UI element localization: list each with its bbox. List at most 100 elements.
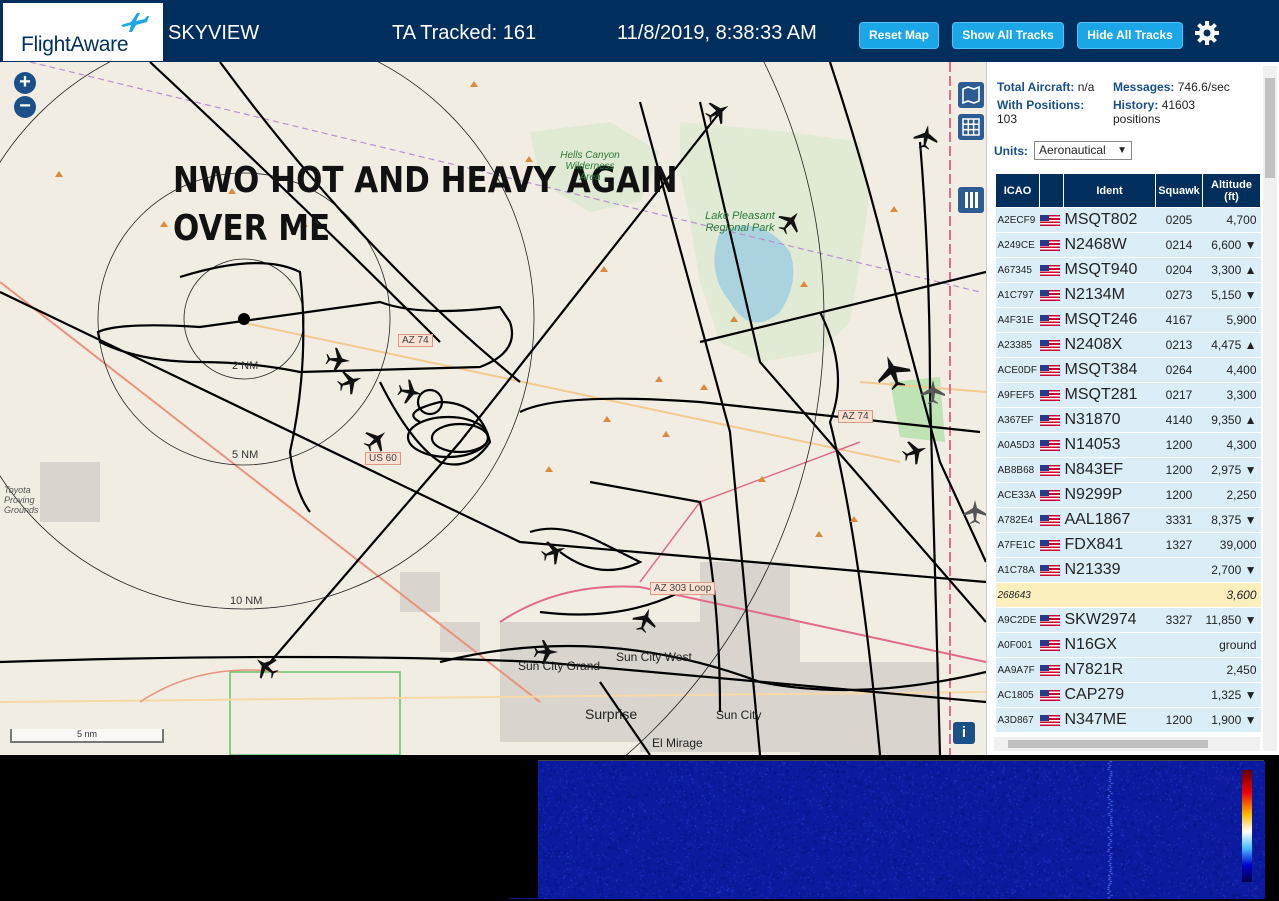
table-row[interactable]: A67345 MSQT940 0204 3,300 ▲ — [996, 258, 1261, 283]
us-flag-icon — [1040, 540, 1060, 551]
flag-icon — [1040, 358, 1064, 383]
place-surprise: Surprise — [585, 706, 637, 722]
table-row[interactable]: ACE33A N9299P 1200 2,250 — [996, 483, 1261, 508]
us-flag-icon — [1040, 640, 1060, 651]
altitude-cell: 11,850 ▼ — [1203, 608, 1261, 633]
table-row[interactable]: A4F31E MSQT246 4167 5,900 — [996, 308, 1261, 333]
table-row[interactable]: A3D867 N347ME 1200 1,900 ▼ — [996, 708, 1261, 733]
table-row[interactable]: AB8B68 N843EF 1200 2,975 ▼ — [996, 458, 1261, 483]
ident-cell — [1064, 583, 1156, 608]
squawk-cell: 1200 — [1156, 483, 1203, 508]
receiver-marker — [238, 313, 250, 325]
table-row[interactable]: A7FE1C FDX841 1327 39,000 — [996, 533, 1261, 558]
grid-icon — [958, 114, 984, 140]
table-row[interactable]: A2ECF9 MSQT802 0205 4,700 — [996, 208, 1261, 233]
stat-messages: Messages: 746.6/sec — [1113, 80, 1230, 94]
zoom-in-button[interactable]: + — [14, 72, 36, 94]
altitude-cell: 1,900 ▼ — [1203, 708, 1261, 733]
table-row[interactable]: A249CE N2468W 0214 6,600 ▼ — [996, 233, 1261, 258]
table-row[interactable]: AC1805 CAP279 1,325 ▼ — [996, 683, 1261, 708]
ident-cell: N7821R — [1064, 658, 1156, 683]
table-row[interactable]: AA9A7F N7821R 2,450 — [996, 658, 1261, 683]
squawk-cell: 0217 — [1156, 383, 1203, 408]
range-ring-label-5nm: 5 NM — [232, 449, 258, 461]
column-header-ident[interactable]: Ident — [1064, 174, 1156, 208]
table-row[interactable]: A23385 N2408X 0213 4,475 ▲ — [996, 333, 1261, 358]
altitude-cell: 1,325 ▼ — [1203, 683, 1261, 708]
table-row[interactable]: A1C797 N2134M 0273 5,150 ▼ — [996, 283, 1261, 308]
columns-icon — [958, 187, 984, 213]
flag-icon — [1040, 558, 1064, 583]
zoom-out-button[interactable]: − — [14, 96, 36, 118]
icao-cell: A9C2DE — [996, 608, 1040, 633]
table-row[interactable]: A9C2DE SKW2974 3327 11,850 ▼ — [996, 608, 1261, 633]
table-row[interactable]: ACE0DF MSQT384 0264 4,400 — [996, 358, 1261, 383]
aircraft-sidebar: Total Aircraft: n/a Messages: 746.6/sec … — [986, 62, 1279, 755]
squawk-cell: 3327 — [1156, 608, 1203, 633]
ident-cell: AAL1867 — [1064, 508, 1156, 533]
reset-map-button[interactable]: Reset Map — [859, 22, 939, 49]
altitude-cell: 4,300 — [1203, 433, 1261, 458]
altitude-cell: 3,600 — [1203, 583, 1261, 608]
flag-icon — [1040, 208, 1064, 233]
column-header-flag[interactable] — [1040, 174, 1064, 208]
flag-icon — [1040, 408, 1064, 433]
grid-toggle-button[interactable] — [958, 114, 984, 140]
altitude-cell: 2,975 ▼ — [1203, 458, 1261, 483]
units-select[interactable]: Aeronautical ▼ — [1034, 141, 1132, 160]
map-layers-button[interactable] — [958, 82, 984, 108]
boundary-area — [230, 672, 400, 755]
flag-icon — [1040, 233, 1064, 258]
logo-plane-icon — [119, 11, 149, 33]
waterfall-color-scale — [1242, 770, 1252, 882]
flag-icon — [1040, 258, 1064, 283]
table-row[interactable]: A0A5D3 N14053 1200 4,300 — [996, 433, 1261, 458]
ident-cell: N31870 — [1064, 408, 1156, 433]
show-all-tracks-button[interactable]: Show All Tracks — [952, 22, 1064, 49]
ident-cell: N2134M — [1064, 283, 1156, 308]
flag-icon — [1040, 583, 1064, 608]
table-row[interactable]: A1C78A N21339 2,700 ▼ — [996, 558, 1261, 583]
info-button[interactable]: i — [953, 722, 975, 744]
logo-text: FlightAware — [21, 33, 128, 57]
column-header-squawk[interactable]: Squawk — [1156, 174, 1203, 208]
skyview-app: FlightAware SKYVIEW TA Tracked: 161 11/8… — [0, 0, 1279, 901]
ident-cell: SKW2974 — [1064, 608, 1156, 633]
table-row[interactable]: A0F001 N16GX ground — [996, 633, 1261, 658]
place-el-mirage: El Mirage — [652, 736, 703, 750]
gear-icon[interactable] — [1194, 20, 1220, 46]
scrollbar-thumb[interactable] — [1008, 740, 1208, 748]
messages-value: 746.6/sec — [1178, 80, 1230, 94]
us-flag-icon — [1040, 615, 1060, 626]
table-row[interactable]: A367EF N31870 4140 9,350 ▲ — [996, 408, 1261, 433]
table-row[interactable]: A9FEF5 MSQT281 0217 3,300 — [996, 383, 1261, 408]
flightaware-logo[interactable]: FlightAware — [3, 3, 163, 61]
us-flag-icon — [1040, 415, 1060, 426]
us-flag-icon — [1040, 690, 1060, 701]
road-shield-az303: AZ 303 Loop — [650, 582, 715, 595]
hide-all-tracks-button[interactable]: Hide All Tracks — [1077, 22, 1183, 49]
icao-cell: A9FEF5 — [996, 383, 1040, 408]
table-row[interactable]: 268643 3,600 — [996, 583, 1261, 608]
column-header-icao[interactable]: ICAO — [996, 174, 1040, 208]
flag-icon — [1040, 333, 1064, 358]
table-row[interactable]: A782E4 AAL1867 3331 8,375 ▼ — [996, 508, 1261, 533]
sidebar-toggle-button[interactable] — [958, 187, 984, 213]
flag-icon — [1040, 433, 1064, 458]
altitude-cell: 5,900 — [1203, 308, 1261, 333]
scrollbar-thumb[interactable] — [1265, 78, 1275, 178]
annotation-line-2: OVER ME — [173, 205, 677, 253]
column-header-altitude[interactable]: Altitude (ft) — [1203, 174, 1261, 208]
icao-cell: A0F001 — [996, 633, 1040, 658]
table-horizontal-scrollbar[interactable] — [994, 737, 1260, 751]
road-shield-az74-west: AZ 74 — [398, 334, 433, 347]
map-view[interactable]: NWO HOT AND HEAVY AGAIN OVER ME 2 NM 5 N… — [0, 62, 986, 755]
current-datetime: 11/8/2019, 8:38:33 AM — [617, 22, 817, 45]
sidebar-vertical-scrollbar[interactable] — [1263, 66, 1277, 751]
ident-cell: N9299P — [1064, 483, 1156, 508]
icao-cell: AA9A7F — [996, 658, 1040, 683]
squawk-cell: 4140 — [1156, 408, 1203, 433]
road-shield-us60: US 60 — [365, 452, 401, 465]
squawk-cell: 1200 — [1156, 708, 1203, 733]
header-bar: FlightAware SKYVIEW TA Tracked: 161 11/8… — [0, 0, 1279, 62]
